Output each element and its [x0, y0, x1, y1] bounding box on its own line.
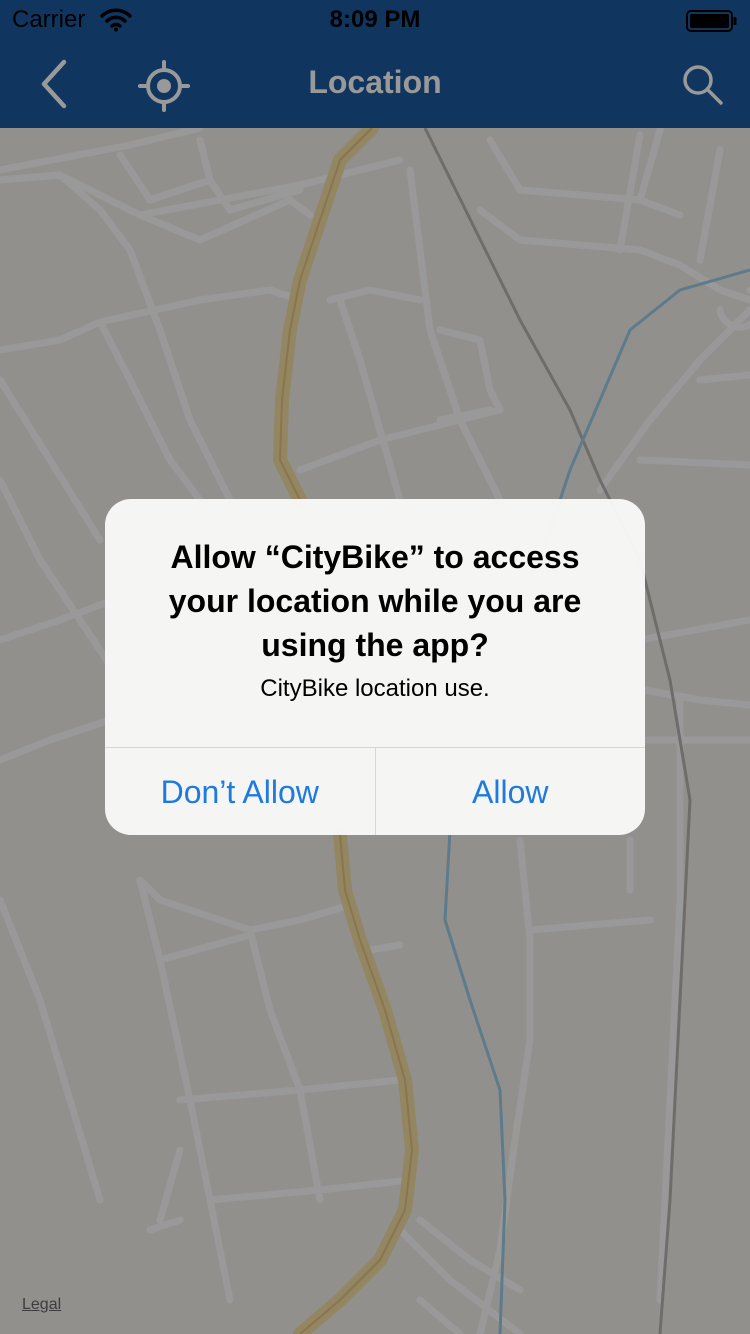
location-permission-alert: Allow “CityBike” to access your location… — [105, 499, 645, 835]
screen: Legal Carrier 8:09 PM Location Allow “Ci… — [0, 0, 750, 1334]
alert-button-row: Don’t Allow Allow — [105, 747, 645, 835]
legal-link[interactable]: Legal — [22, 1296, 61, 1314]
alert-title: Allow “CityBike” to access your location… — [168, 539, 582, 663]
dont-allow-button[interactable]: Don’t Allow — [105, 748, 375, 835]
allow-button[interactable]: Allow — [374, 748, 646, 835]
alert-message: CityBike location use. — [260, 675, 490, 702]
